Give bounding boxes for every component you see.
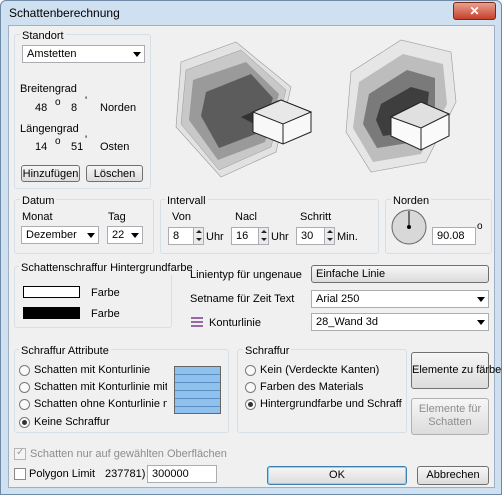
von-label: Von [172, 211, 191, 223]
schritt-spinner[interactable] [324, 227, 335, 245]
only-selected-checkbox[interactable]: ✓ [14, 447, 26, 460]
radio-attr-1-label: Schatten mit Konturlinie mit Schraffur [34, 381, 167, 393]
hatch-preview[interactable] [174, 366, 221, 414]
lon-dir: Osten [100, 141, 130, 153]
title-bar: Schattenberechnung ✕ [1, 1, 501, 25]
setname-label: Setname für Zeit Text [190, 293, 295, 305]
preview-left [175, 41, 313, 178]
schraffur-options: Kein (Verdeckte Kanten) Farben des Mater… [245, 362, 402, 412]
polygon-limit-checkbox[interactable] [14, 468, 26, 480]
lon-deg-symbol: o [55, 136, 61, 147]
polygon-limit-input[interactable]: 300000 [147, 465, 217, 483]
radio-schraffur-0-label: Kein (Verdeckte Kanten) [260, 364, 380, 376]
linientyp-label: Linientyp für ungenaue [190, 269, 302, 281]
radio-attr-2-label: Schatten ohne Konturlinie mit Schraffur [34, 398, 167, 410]
farbe-label-1: Farbe [91, 287, 120, 299]
norden-deg-symbol: o [477, 221, 483, 232]
schraffur-label: Schraffur [243, 345, 292, 358]
konturlinie-label: Konturlinie [209, 317, 261, 329]
line-type-icon [191, 317, 203, 327]
radio-attr-0-label: Schatten mit Konturlinie [34, 364, 151, 376]
schraffur-attribute-label: Schraffur Attribute [19, 345, 111, 358]
konturlinie-select[interactable]: 28_Wand 3d [311, 313, 489, 331]
delete-location-button[interactable]: Löschen [86, 165, 143, 182]
lon-deg: 14 [35, 141, 48, 153]
norden-input[interactable]: 90.08 [432, 227, 476, 245]
chevron-down-icon [477, 320, 485, 325]
datum-label: Datum [20, 195, 57, 208]
color-swatch-white[interactable] [23, 286, 80, 298]
schritt-label: Schritt [300, 211, 332, 223]
standort-label: Standort [20, 30, 66, 43]
ok-button[interactable]: OK [267, 466, 407, 485]
uhr-label-1: Uhr [206, 231, 224, 243]
chevron-down-icon [477, 297, 485, 302]
konturlinie-value: 28_Wand 3d [316, 316, 378, 328]
window-title: Schattenberechnung [9, 6, 120, 20]
chevron-down-icon [87, 233, 95, 238]
standort-select[interactable]: Amstetten [22, 45, 145, 63]
schraffur-attribute-options: Schatten mit Konturlinie Schatten mit Ko… [19, 362, 167, 430]
radio-attr-2[interactable] [19, 399, 30, 410]
lon-min: 51 [71, 141, 84, 153]
setname-value: Arial 250 [316, 293, 360, 305]
chevron-down-icon [131, 233, 139, 238]
norden-label: Norden [391, 195, 432, 208]
north-compass-icon[interactable] [390, 208, 428, 246]
intervall-label: Intervall [165, 195, 208, 208]
dialog-client: Standort Amstetten Breitengrad 48 o 8 ' … [8, 25, 502, 488]
lat-dir: Norden [100, 102, 137, 114]
lat-min: 8 [71, 102, 78, 114]
lon-min-symbol: ' [85, 134, 88, 146]
tag-select[interactable]: 22 [107, 226, 143, 244]
standort-value: Amstetten [27, 48, 77, 60]
lat-deg-symbol: o [55, 97, 61, 108]
shadow-preview-image [175, 39, 457, 178]
add-location-button[interactable]: Hinzufügen [21, 165, 80, 182]
radio-attr-3[interactable] [19, 417, 30, 428]
radio-attr-1[interactable] [19, 382, 30, 393]
lat-min-symbol: ' [85, 95, 88, 107]
cancel-button[interactable]: Abbrechen [417, 466, 489, 485]
nach-label: Nacl [235, 211, 258, 223]
farbe-label-2: Farbe [91, 308, 120, 320]
radio-schraffur-0[interactable] [245, 365, 256, 376]
radio-schraffur-1[interactable] [245, 382, 256, 393]
breitengrad-label: Breitengrad [20, 83, 77, 95]
schritt-input[interactable]: 30 [296, 227, 325, 245]
tag-value: 22 [112, 229, 125, 241]
uhr-label-2: Uhr [271, 231, 289, 243]
elemente-faerben-button[interactable]: Elemente zu färben [411, 352, 502, 389]
polygon-hint: 237781) [105, 468, 146, 480]
only-selected-label: Schatten nur auf gewählten Oberflächen [30, 448, 227, 460]
color-swatch-black[interactable] [23, 307, 80, 319]
radio-schraffur-2-label: Hintergrundfarbe und Schraffur des Mater… [260, 398, 402, 410]
preview-right [345, 39, 457, 173]
nach-input[interactable]: 16 [231, 227, 259, 245]
dialog-window: Schattenberechnung ✕ Standort Amstetten … [0, 0, 502, 495]
linientyp-value: Einfache Linie [316, 268, 386, 280]
von-input[interactable]: 8 [168, 227, 194, 245]
lat-deg: 48 [35, 102, 48, 114]
setname-select[interactable]: Arial 250 [311, 290, 489, 308]
laengengrad-label: Längengrad [20, 123, 79, 135]
radio-attr-3-label: Keine Schraffur [34, 416, 110, 428]
radio-schraffur-2[interactable] [245, 399, 256, 410]
polygon-limit-label: Polygon Limit [29, 468, 96, 480]
radio-schraffur-1-label: Farben des Materials [260, 381, 364, 393]
monat-value: Dezember [26, 229, 77, 241]
monat-label: Monat [22, 211, 53, 223]
elemente-schatten-button[interactable]: Elemente für Schatten [411, 398, 489, 435]
linientyp-button[interactable]: Einfache Linie [311, 265, 489, 283]
close-button[interactable]: ✕ [453, 2, 496, 20]
tag-label: Tag [108, 211, 126, 223]
hintergrund-label: Schattenschraffur Hintergrundfarbe [19, 262, 195, 275]
monat-select[interactable]: Dezember [21, 226, 99, 244]
radio-attr-0[interactable] [19, 365, 30, 376]
chevron-down-icon [133, 52, 141, 57]
min-label: Min. [337, 231, 358, 243]
von-spinner[interactable] [193, 227, 204, 245]
nach-spinner[interactable] [258, 227, 269, 245]
